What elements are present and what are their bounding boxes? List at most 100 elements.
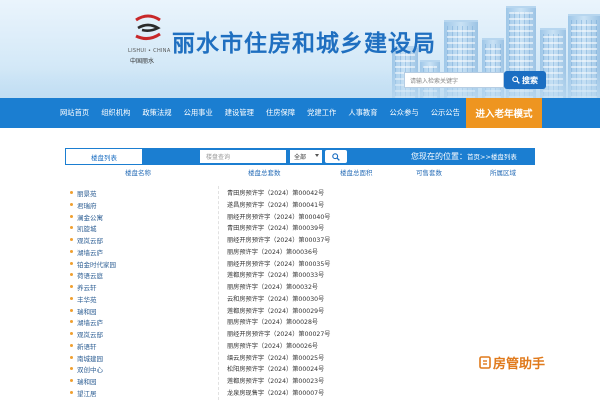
nav-item-policy[interactable]: 政策法规 — [136, 98, 177, 128]
property-permit: 丽经开房预许字（2024）第00040号 — [227, 213, 331, 221]
bullet-icon — [70, 379, 73, 382]
nav-item-construction[interactable]: 建设管理 — [219, 98, 260, 128]
watermark-label: 房管助手 — [493, 356, 546, 372]
property-name[interactable]: 瑞和园 — [77, 306, 97, 316]
bullet-icon — [70, 320, 73, 324]
property-name[interactable]: 南城建园 — [77, 353, 103, 363]
table-row: 澜金公寓 丽经开房预许字（2024）第00040号 — [65, 211, 535, 223]
property-list: 丽景苑 青田房预许字（2024）第00042号 君瑞府 遂昌房预许字（2024）第0… — [65, 187, 535, 399]
property-permit: 龙泉房现售字（2024）第00007号 — [227, 389, 325, 397]
bullet-icon — [70, 367, 73, 371]
table-row: 君瑞府 遂昌房预许字（2024）第00041号 — [65, 199, 535, 211]
property-search-input[interactable]: 楼盘查询 — [200, 150, 286, 163]
nav-item-home[interactable]: 网站首页 — [54, 98, 95, 128]
property-permit: 丽房预许字（2024）第00036号 — [227, 248, 319, 256]
filter-bar: 楼盘列表 楼盘查询 全部 您现在的位置：首页>>楼盘列表 — [65, 148, 535, 165]
table-row: 南城建园 缙云房预许字（2024）第00025号 — [65, 352, 535, 364]
bullet-icon — [70, 296, 73, 300]
property-permit: 青田房预许字（2024）第00042号 — [227, 190, 325, 197]
property-name[interactable]: 观岚云邸 — [77, 329, 103, 339]
table-row: 观岚云邸 丽经开房预许字（2024）第00037号 — [65, 234, 535, 246]
column-header-total-units: 楼盘总套数 — [248, 169, 281, 177]
table-row: 荷语云庭 莲都房预许字（2024）第00033号 — [65, 269, 535, 281]
bullet-icon — [70, 285, 73, 288]
property-name[interactable]: 荷语云庭 — [77, 270, 103, 280]
table-row: 瑞和园 莲都房预许字（2024）第00029号 — [65, 305, 535, 317]
nav-item-housing[interactable]: 住房保障 — [260, 98, 301, 128]
bullet-icon — [70, 249, 73, 253]
property-name[interactable]: 双创中心 — [77, 364, 103, 374]
property-permit: 松阳房预许字（2024）第00024号 — [227, 366, 325, 374]
bullet-icon — [70, 202, 73, 206]
nav-item-notices[interactable]: 公示公告 — [425, 98, 466, 128]
property-name[interactable]: 君瑞府 — [77, 200, 97, 210]
table-row: 养云轩 丽房预许字（2024）第00032号 — [65, 281, 535, 293]
property-name[interactable]: 丽景苑 — [77, 188, 97, 198]
bullet-icon — [70, 261, 73, 265]
site-search-input[interactable]: 请输入检索关键字 — [404, 72, 504, 88]
logo-emblem-icon — [135, 14, 161, 41]
nav-item-utilities[interactable]: 公用事业 — [178, 98, 219, 128]
property-name[interactable]: 新语轩 — [77, 341, 97, 351]
table-row: 铂金时代家园 丽经开房预许字（2024）第00035号 — [65, 258, 535, 270]
nav-list: 网站首页 组织机构 政策法规 公用事业 建设管理 住房保障 党建工作 人事教育 … — [54, 98, 466, 128]
table-row: 丰华苑 云和房预许字（2024）第00030号 — [65, 293, 535, 305]
property-name[interactable]: 澜金公寓 — [77, 212, 103, 222]
table-row: 双创中心 松阳房预许字（2024）第00024号 — [65, 363, 535, 375]
site-title: 丽水市住房和城乡建设局 — [172, 31, 436, 57]
breadcrumb: 您现在的位置：首页>>楼盘列表 — [411, 149, 517, 165]
bullet-icon — [70, 191, 73, 194]
property-search-button[interactable] — [325, 150, 347, 163]
location-label: 您现在的位置： — [411, 152, 467, 161]
property-permit: 丽房预许字（2024）第00028号 — [227, 319, 319, 327]
property-name[interactable]: 观岚云邸 — [77, 235, 103, 245]
table-row: 观岚云邸 丽经开房预许字（2024）第00027号 — [65, 328, 535, 340]
property-permit: 丽房预许字（2024）第00032号 — [227, 284, 319, 291]
search-button-label: 搜索 — [522, 75, 538, 85]
bullet-icon — [70, 226, 73, 230]
table-header: 楼盘名称 楼盘总套数 楼盘总面积 可售套数 所属区域 — [65, 167, 535, 181]
property-permit: 丽经开房预许字（2024）第00037号 — [227, 237, 331, 244]
property-name[interactable]: 湖墙云庐 — [77, 247, 103, 257]
column-header-total-area: 楼盘总面积 — [340, 169, 373, 177]
area-select-value: 全部 — [294, 154, 307, 161]
list-title: 楼盘列表 — [66, 149, 142, 164]
property-name[interactable]: 丰华苑 — [77, 294, 97, 304]
nav-item-organization[interactable]: 组织机构 — [95, 98, 136, 128]
logo-english-text: LISHUI • CHINA — [128, 48, 171, 54]
site-logo[interactable]: LISHUI • CHINA 中国丽水 — [128, 14, 170, 65]
nav-item-party[interactable]: 党建工作 — [301, 98, 342, 128]
property-permit: 丽经开房预许字（2024）第00035号 — [227, 260, 331, 268]
property-name[interactable]: 凯旋城 — [77, 223, 97, 233]
logo-chinese-text: 中国丽水 — [130, 58, 155, 65]
house-manager-icon — [479, 356, 491, 369]
column-header-available-units: 可售套数 — [416, 169, 442, 177]
search-icon — [332, 152, 340, 161]
property-name[interactable]: 望江居 — [77, 388, 97, 398]
table-row: 望江居 龙泉房现售字（2024）第00007号 — [65, 387, 535, 399]
site-search-button[interactable]: 搜索 — [504, 71, 546, 89]
nav-item-personnel[interactable]: 人事教育 — [342, 98, 383, 128]
property-permit: 莲都房预许字（2024）第00033号 — [227, 272, 325, 280]
property-name[interactable]: 湖墙云庐 — [77, 317, 103, 327]
bullet-icon — [70, 355, 73, 359]
table-row: 湖墙云庐 丽房预许字（2024）第00028号 — [65, 316, 535, 328]
area-select[interactable]: 全部 — [290, 150, 322, 163]
nav-item-public[interactable]: 公众参与 — [384, 98, 425, 128]
property-permit: 莲都房预许字（2024）第00029号 — [227, 307, 325, 315]
column-header-name: 楼盘名称 — [125, 169, 151, 177]
property-name[interactable]: 铂金时代家园 — [77, 259, 116, 269]
property-permit: 遂昌房预许字（2024）第00041号 — [227, 201, 325, 209]
bullet-icon — [70, 343, 73, 347]
property-permit: 丽房预许字（2024）第00026号 — [227, 342, 319, 350]
site-header: LISHUI • CHINA 中国丽水 丽水市住房和城乡建设局 请输入检索关键字… — [0, 0, 600, 98]
table-row: 丽景苑 青田房预许字（2024）第00042号 — [65, 187, 535, 199]
table-row: 新语轩 丽房预许字（2024）第00026号 — [65, 340, 535, 352]
elder-mode-button[interactable]: 进入老年模式 — [466, 98, 542, 128]
breadcrumb-path[interactable]: 首页>>楼盘列表 — [467, 153, 517, 161]
bullet-icon — [70, 273, 73, 277]
property-name[interactable]: 养云轩 — [77, 282, 97, 292]
bullet-icon — [70, 238, 73, 241]
watermark: 房管助手 — [476, 352, 549, 372]
property-name[interactable]: 瑞和园 — [77, 376, 97, 386]
